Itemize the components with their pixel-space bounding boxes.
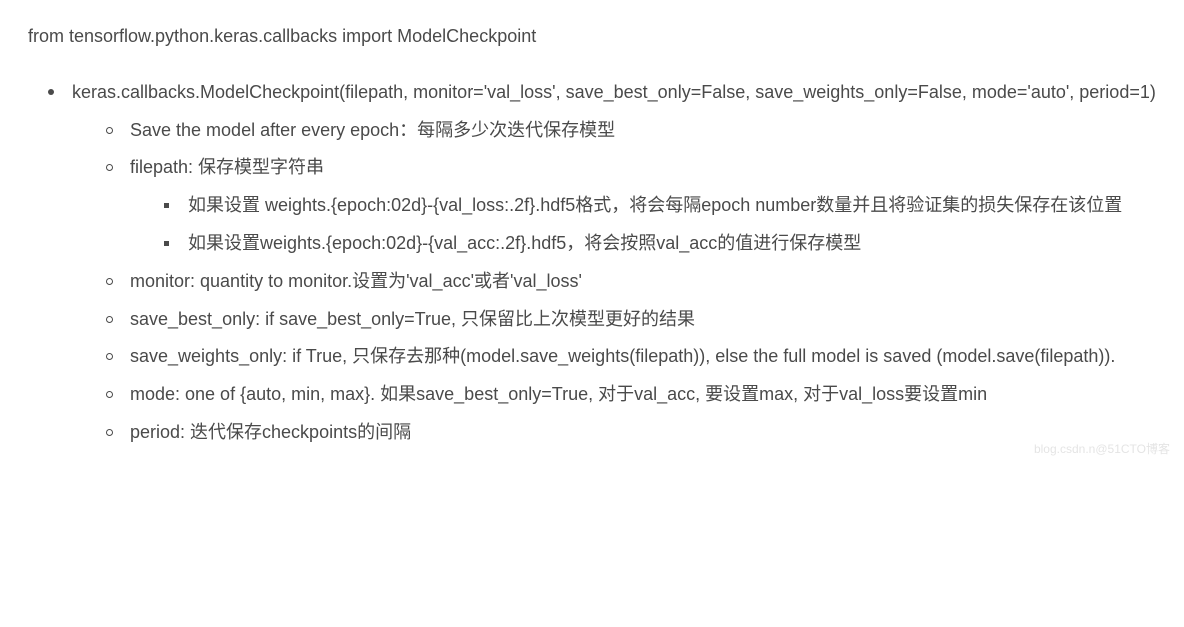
list-item: mode: one of {auto, min, max}. 如果save_be…: [122, 376, 1156, 414]
list-item: filepath: 保存模型字符串 如果设置 weights.{epoch:02…: [122, 149, 1156, 262]
list-item: save_weights_only: if True, 只保存去那种(model…: [122, 338, 1156, 376]
list-item: monitor: quantity to monitor.设置为'val_acc…: [122, 263, 1156, 301]
param-desc-save-weights-only: save_weights_only: if True, 只保存去那种(model…: [130, 346, 1115, 366]
list-item: keras.callbacks.ModelCheckpoint(filepath…: [64, 74, 1156, 452]
filepath-example-1: 如果设置 weights.{epoch:02d}-{val_loss:.2f}.…: [188, 195, 1122, 215]
param-desc-filepath: filepath: 保存模型字符串: [130, 157, 324, 177]
param-desc-monitor: monitor: quantity to monitor.设置为'val_acc…: [130, 271, 582, 291]
filepath-example-2: 如果设置weights.{epoch:02d}-{val_acc:.2f}.hd…: [188, 233, 861, 253]
list-item: save_best_only: if save_best_only=True, …: [122, 301, 1156, 339]
sub-sub-list: 如果设置 weights.{epoch:02d}-{val_loss:.2f}.…: [130, 187, 1156, 263]
param-desc-save-epoch: Save the model after every epoch：每隔多少次迭代…: [130, 120, 615, 140]
list-item: 如果设置weights.{epoch:02d}-{val_acc:.2f}.hd…: [180, 225, 1156, 263]
main-api-signature: keras.callbacks.ModelCheckpoint(filepath…: [72, 82, 1156, 102]
import-statement: from tensorflow.python.keras.callbacks i…: [28, 18, 1156, 56]
param-desc-save-best-only: save_best_only: if save_best_only=True, …: [130, 309, 695, 329]
param-desc-period: period: 迭代保存checkpoints的间隔: [130, 422, 411, 442]
watermark: blog.csdn.n@51CTO博客: [1034, 437, 1170, 462]
list-item: period: 迭代保存checkpoints的间隔: [122, 414, 1156, 452]
main-list: keras.callbacks.ModelCheckpoint(filepath…: [28, 74, 1156, 452]
list-item: Save the model after every epoch：每隔多少次迭代…: [122, 112, 1156, 150]
sub-list: Save the model after every epoch：每隔多少次迭代…: [72, 112, 1156, 452]
param-desc-mode: mode: one of {auto, min, max}. 如果save_be…: [130, 384, 987, 404]
list-item: 如果设置 weights.{epoch:02d}-{val_loss:.2f}.…: [180, 187, 1156, 225]
